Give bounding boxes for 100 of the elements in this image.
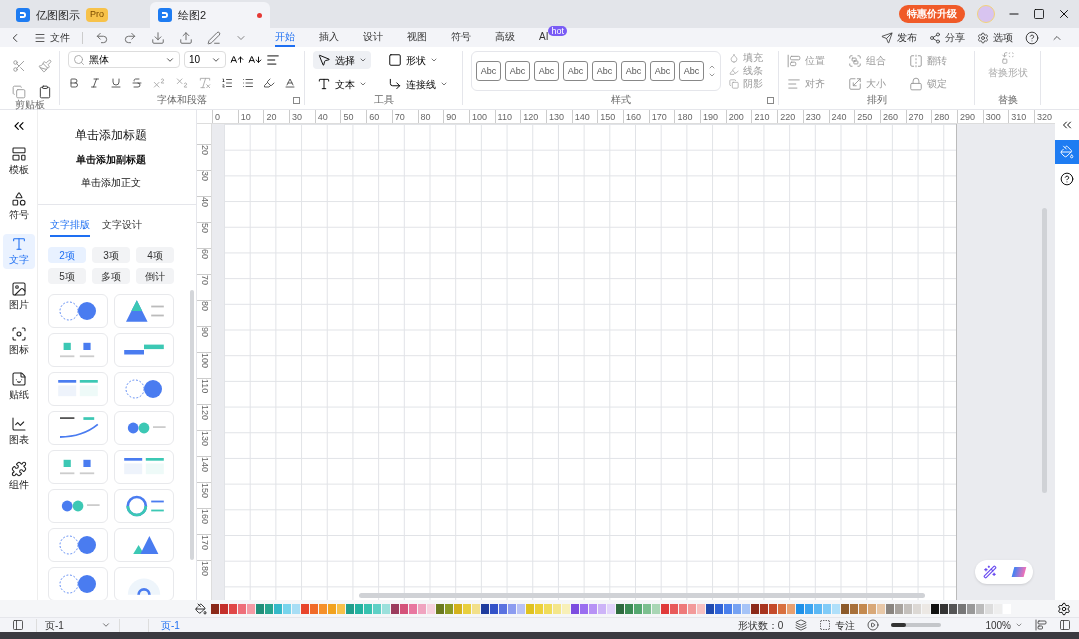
ruler-label: 120 [520,110,546,123]
heading-text-sample[interactable]: 单击添加标题 [75,126,147,144]
ruler-label: 200 [725,110,752,123]
page-dropdown[interactable]: 页-1 [36,618,120,632]
pro-badge: Pro [86,8,108,22]
document-tab[interactable]: 绘图2 [150,2,270,28]
body-text-sample[interactable]: 单击添加正文 [81,175,141,190]
panel-tab[interactable]: 文字设计 [102,217,142,237]
zoom-dropdown[interactable]: 100% [985,618,1023,632]
ruler-label: 20 [263,110,290,123]
sidebar-item[interactable]: 图片 [2,279,35,314]
ruler-label: 310 [1008,110,1034,123]
subheading-text-sample[interactable]: 单击添加副标题 [76,152,146,167]
font-size-field[interactable]: 10 [184,51,226,68]
sidebar-item[interactable]: 图标 [2,324,35,359]
tool-button[interactable]: 选择 [313,51,371,69]
ruler-label: 270 [905,110,932,123]
ruler-label: 100 [197,352,211,378]
ruler-label: 220 [777,110,803,123]
ruler-label: 70 [391,110,418,123]
ruler-label: 210 [751,110,778,123]
group-label: 样式 [609,94,632,105]
filter-chip[interactable]: 2项 [48,247,86,263]
style-swatch[interactable]: Abc [621,61,646,81]
tab-label: 亿图图示 [36,7,80,23]
filter-chip[interactable]: 5项 [48,268,86,284]
ruler-label: 300 [982,110,1009,123]
ruler-label: 280 [931,110,957,123]
ruler-label: 90 [197,326,211,352]
style-swatch[interactable]: Abc [534,61,559,81]
ruler-label: 80 [417,110,444,123]
ruler-label: 160 [623,110,649,123]
ruler-label: 20 [197,144,211,170]
ribbon-tab[interactable]: 高级 [495,28,515,47]
page-tab[interactable]: 页-1 [148,618,192,632]
file-menu[interactable]: 文件 [34,30,70,45]
ruler-label: 290 [956,110,983,123]
sidebar-item[interactable]: 贴纸 [2,369,35,404]
font-family-field[interactable]: 黑体 [68,51,180,68]
sidebar-item[interactable]: 组件 [2,459,35,494]
ruler-label: 140 [197,456,211,482]
style-swatch[interactable]: Abc [476,61,501,81]
ruler-label: 100 [468,110,495,123]
ruler-label: 50 [340,110,367,123]
filter-chip[interactable]: 3项 [92,247,130,263]
ruler-label: 150 [197,482,211,508]
ruler-label: 60 [197,248,211,274]
tool-button[interactable]: 文本 [313,75,371,93]
shape-count: 形状数：0 [737,618,784,632]
ruler-label: 130 [545,110,572,123]
filter-chip[interactable]: 4项 [136,247,174,263]
group-label: 剪贴板 [13,99,46,110]
ruler-label: 170 [648,110,675,123]
ruler-label: 70 [197,274,211,300]
hot-badge: hot [548,26,567,36]
ribbon-tab[interactable]: AI [539,28,549,47]
ruler-label: 10 [237,110,264,123]
style-swatch[interactable]: Abc [563,61,588,81]
tab-label: 绘图2 [178,7,207,23]
style-swatch[interactable]: Abc [650,61,675,81]
sidebar-item[interactable]: 文字 [2,234,35,269]
ruler-label: 120 [197,404,211,430]
ribbon-tab[interactable]: 符号 [451,28,471,47]
toolbar-action[interactable]: 选项 [977,30,1013,45]
ruler-label: 90 [443,110,469,123]
ruler-label: 240 [828,110,855,123]
sidebar-item[interactable]: 符号 [2,189,35,224]
group-label: 排列 [865,94,888,105]
ruler-label: 30 [197,170,211,196]
ribbon-tab[interactable]: 插入 [319,28,339,47]
style-swatch[interactable]: Abc [592,61,617,81]
style-swatch[interactable]: Abc [679,61,704,81]
ruler-label: 180 [674,110,701,123]
style-swatch[interactable]: Abc [505,61,530,81]
group-label: 工具 [372,94,395,105]
ruler-label: 30 [289,110,315,123]
focus-button[interactable]: 专注 [819,618,856,632]
panel-tab[interactable]: 文字排版 [50,217,90,237]
ruler-label: 110 [197,378,211,404]
ruler-label: 40 [197,196,211,222]
tool-button[interactable]: 连接线 [383,75,452,93]
toolbar-action[interactable]: 发布 [881,30,917,45]
filter-chip[interactable]: 倒计 [136,268,174,284]
ruler-label: 50 [197,222,211,248]
ruler-label: 140 [571,110,598,123]
document-tab[interactable]: 亿图图示 Pro [8,2,128,28]
sidebar-item[interactable]: 模板 [2,144,35,179]
ruler-label: 110 [494,110,521,123]
ribbon-tab[interactable]: 视图 [407,28,427,47]
ruler-label: 60 [366,110,392,123]
ruler-label: 180 [197,560,211,586]
ruler-label: 190 [700,110,726,123]
filter-chip[interactable]: 多项 [92,268,130,284]
sidebar-item[interactable]: 图表 [2,414,35,449]
ruler-label: 40 [314,110,341,123]
tool-button[interactable]: 形状 [383,51,442,69]
ruler-label: 170 [197,534,211,560]
ruler-label: 250 [854,110,880,123]
toolbar-action[interactable]: 分享 [929,30,965,45]
ribbon-tab[interactable]: 设计 [363,28,383,47]
